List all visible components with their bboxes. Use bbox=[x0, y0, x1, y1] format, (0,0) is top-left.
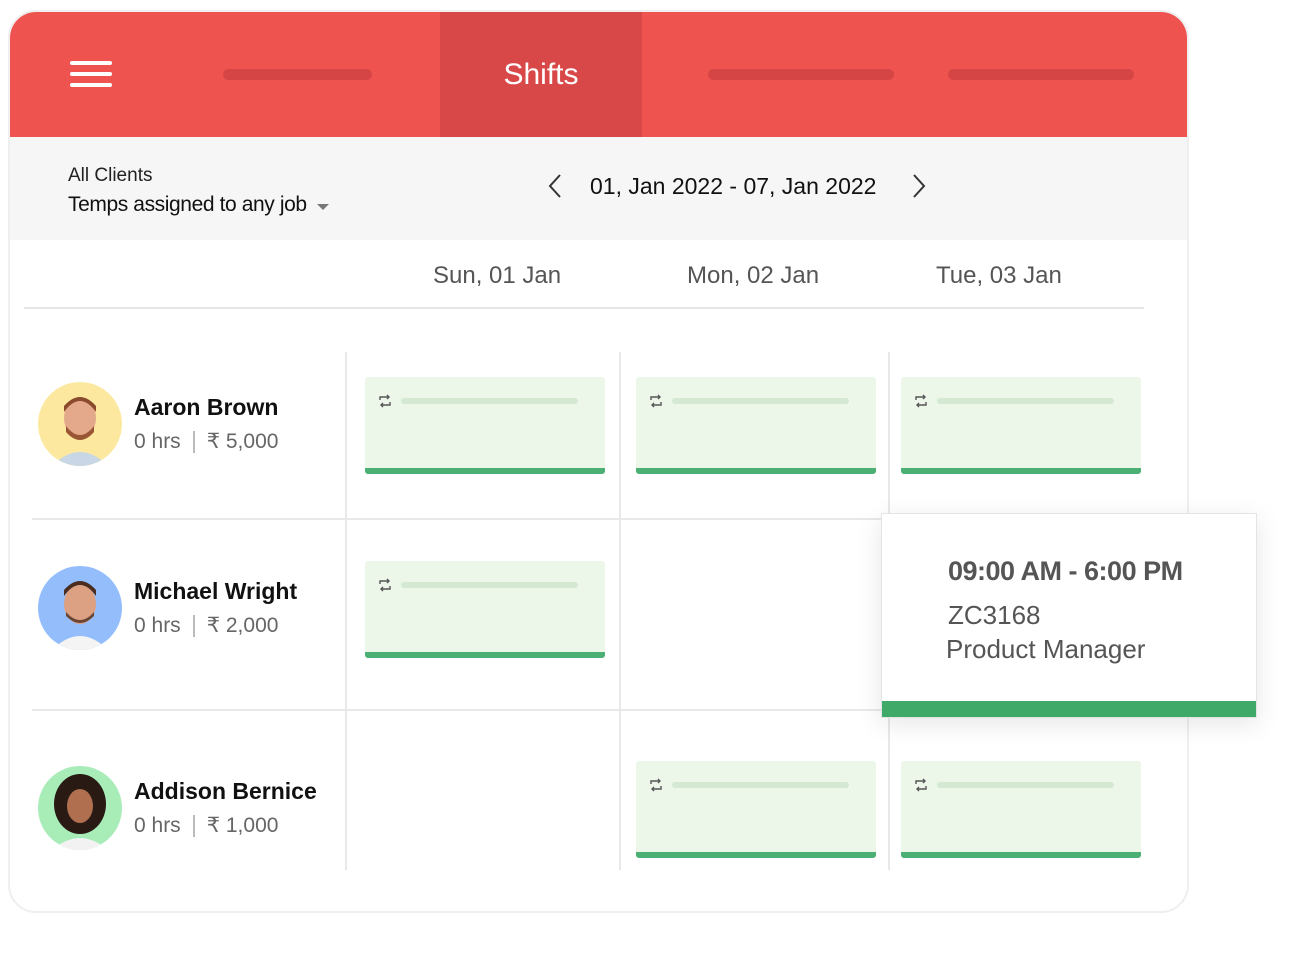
chevron-left-icon[interactable] bbox=[540, 171, 570, 201]
column-divider bbox=[619, 352, 621, 870]
avatar bbox=[38, 382, 122, 466]
repeat-icon bbox=[913, 777, 929, 793]
job-code: ZC3168 bbox=[948, 600, 1041, 630]
person-hours: 0 hrs bbox=[134, 813, 181, 837]
person-row-aaron-brown[interactable]: Aaron Brown 0 hrs ₹ 5,000 bbox=[38, 382, 278, 466]
shift-time: 09:00 AM - 6:00 PM bbox=[948, 556, 1183, 586]
date-navigator: 01, Jan 2022 - 07, Jan 2022 bbox=[540, 171, 934, 201]
filter-bar: All Clients Temps assigned to any job 01… bbox=[10, 137, 1187, 240]
separator bbox=[192, 814, 195, 837]
person-name: Addison Bernice bbox=[134, 778, 317, 804]
temp-filter-dropdown[interactable]: Temps assigned to any job bbox=[68, 193, 329, 217]
day-header-mon: Mon, 02 Jan bbox=[687, 262, 820, 289]
repeat-icon bbox=[648, 393, 664, 409]
shift-detail-popup[interactable]: 09:00 AM - 6:00 PM ZC3168 Product Manage… bbox=[881, 513, 1257, 718]
repeat-icon bbox=[377, 577, 393, 593]
person-amount: ₹ 2,000 bbox=[206, 614, 279, 637]
chevron-right-icon[interactable] bbox=[904, 171, 934, 201]
hamburger-icon[interactable] bbox=[70, 61, 112, 89]
shift-status-bar bbox=[901, 852, 1141, 858]
separator bbox=[192, 614, 195, 637]
person-hours: 0 hrs bbox=[134, 429, 181, 453]
shift-card[interactable] bbox=[901, 761, 1141, 858]
shift-status-bar bbox=[901, 468, 1141, 474]
temp-filter-value: Temps assigned to any job bbox=[68, 193, 307, 216]
shift-title-placeholder bbox=[401, 582, 578, 588]
person-row-addison-bernice[interactable]: Addison Bernice 0 hrs ₹ 1,000 bbox=[38, 766, 317, 850]
top-nav-bar: Shifts bbox=[10, 12, 1187, 137]
shift-card[interactable] bbox=[636, 377, 876, 474]
tab-shifts[interactable]: Shifts bbox=[440, 12, 642, 137]
column-divider bbox=[345, 352, 347, 870]
person-row-michael-wright[interactable]: Michael Wright 0 hrs ₹ 2,000 bbox=[38, 566, 297, 650]
date-range-label: 01, Jan 2022 - 07, Jan 2022 bbox=[590, 172, 877, 199]
shift-title-placeholder bbox=[672, 782, 849, 788]
separator bbox=[192, 430, 195, 453]
shift-status-bar bbox=[636, 852, 876, 858]
shift-card[interactable] bbox=[365, 377, 605, 474]
shift-card[interactable] bbox=[901, 377, 1141, 474]
nav-tab-placeholder-1[interactable] bbox=[223, 69, 372, 80]
day-header-sun: Sun, 01 Jan bbox=[433, 262, 562, 289]
shift-card[interactable] bbox=[365, 561, 605, 658]
shift-title-placeholder bbox=[401, 398, 578, 404]
repeat-icon bbox=[377, 393, 393, 409]
avatar bbox=[38, 566, 122, 650]
shift-title-placeholder bbox=[937, 782, 1114, 788]
shift-title-placeholder bbox=[937, 398, 1114, 404]
caret-down-icon bbox=[316, 203, 329, 210]
status-bar bbox=[882, 701, 1256, 717]
person-amount: ₹ 5,000 bbox=[206, 430, 279, 453]
shift-title-placeholder bbox=[672, 398, 849, 404]
client-filter-label[interactable]: All Clients bbox=[68, 165, 152, 187]
repeat-icon bbox=[648, 777, 664, 793]
repeat-icon bbox=[913, 393, 929, 409]
person-name: Aaron Brown bbox=[134, 394, 279, 420]
shift-status-bar bbox=[365, 652, 605, 658]
avatar bbox=[38, 766, 122, 850]
header-divider bbox=[24, 307, 1144, 309]
nav-tab-placeholder-2[interactable] bbox=[708, 69, 894, 80]
shift-card[interactable] bbox=[636, 761, 876, 858]
shift-status-bar bbox=[365, 468, 605, 474]
person-name: Michael Wright bbox=[134, 578, 298, 604]
day-header-tue: Tue, 03 Jan bbox=[936, 262, 1062, 289]
nav-tab-placeholder-3[interactable] bbox=[948, 69, 1134, 80]
person-amount: ₹ 1,000 bbox=[206, 814, 279, 837]
person-hours: 0 hrs bbox=[134, 613, 181, 637]
job-role: Product Manager bbox=[946, 634, 1146, 664]
shift-status-bar bbox=[636, 468, 876, 474]
